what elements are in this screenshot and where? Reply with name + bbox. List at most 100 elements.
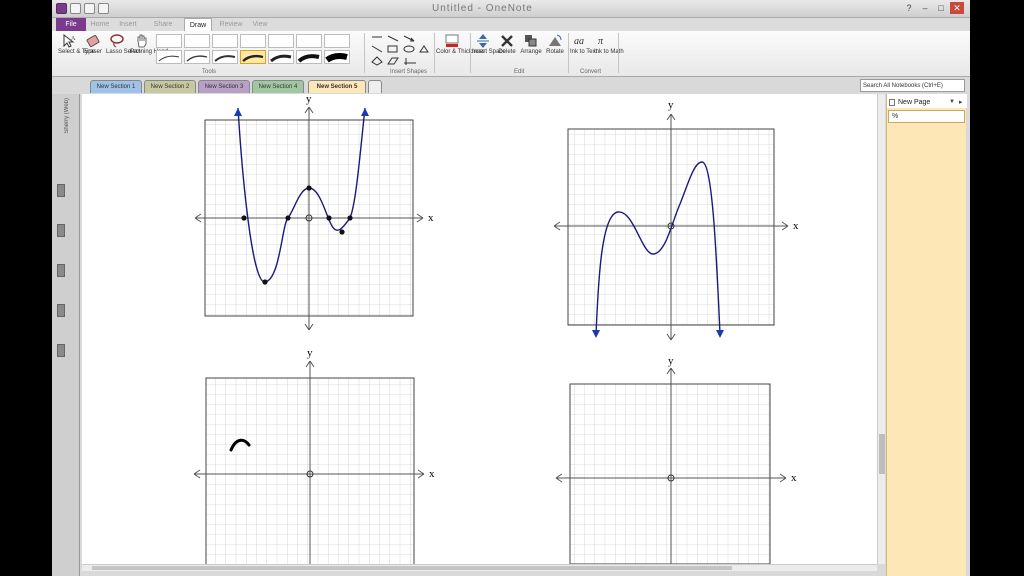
title-bar: Untitled - OneNote ? – □ ✕ <box>52 0 970 18</box>
y-axis-label: y <box>306 94 312 105</box>
pen-style[interactable] <box>156 34 182 48</box>
pen-style[interactable] <box>324 50 350 64</box>
svg-text:aa: aa <box>574 36 584 47</box>
back-icon[interactable] <box>70 3 81 14</box>
tab-file[interactable]: File <box>56 18 86 31</box>
delete-icon <box>501 35 513 47</box>
section-tab-1[interactable]: New Section 1 <box>90 80 142 93</box>
section-tab-4[interactable]: New Section 4 <box>252 80 304 93</box>
ribbon-draw: A Select & Type Eraser Lasso Select Pann… <box>52 31 970 77</box>
group-label-tools: Tools <box>202 69 217 75</box>
quick-access-toolbar <box>56 3 109 14</box>
section-tab-3[interactable]: New Section 3 <box>198 80 250 93</box>
divider <box>364 33 365 73</box>
tab-insert[interactable]: Insert <box>116 18 140 31</box>
ink-to-text-button[interactable]: aa Ink to Text <box>570 33 597 56</box>
arrange-icon <box>525 35 537 47</box>
window-controls: ? – □ ✕ <box>902 2 964 14</box>
tab-draw[interactable]: Draw <box>184 18 212 31</box>
pen-style[interactable] <box>296 34 322 48</box>
pen-stroke-icon <box>158 55 180 62</box>
select-type-button[interactable]: A Select & Type <box>58 33 95 56</box>
graph-top-left: x y <box>194 93 434 331</box>
section-tab-2[interactable]: New Section 2 <box>144 80 196 93</box>
graph-bottom-left: x y <box>193 347 435 575</box>
divider <box>568 33 569 73</box>
scroll-thumb[interactable] <box>879 434 885 474</box>
chevron-right-icon[interactable]: ▸ <box>959 98 963 106</box>
minimize-icon[interactable]: – <box>918 2 932 14</box>
pen-style[interactable] <box>268 34 294 48</box>
tab-home[interactable]: Home <box>90 18 110 31</box>
hand-icon <box>137 34 147 48</box>
graph-worksheet: x y x y x y x y <box>193 93 799 575</box>
notebook-icon[interactable] <box>57 264 65 277</box>
x-axis-label: x <box>793 220 799 232</box>
ink-to-math-button[interactable]: π Ink to Math <box>594 33 624 56</box>
notebook-label[interactable]: Sherry (Web) <box>64 98 70 134</box>
arrange-button[interactable]: Arrange <box>520 33 542 56</box>
panning-hand-button[interactable]: Panning Hand <box>130 33 168 56</box>
ribbon-tabs: File Home Insert Share Draw Review View <box>52 18 970 31</box>
delete-button[interactable]: Delete <box>496 33 518 56</box>
pen-style[interactable] <box>324 34 350 48</box>
scroll-thumb[interactable] <box>92 566 732 570</box>
notebook-sidebar: Sherry (Web) <box>52 94 80 576</box>
dock-icon[interactable] <box>98 3 109 14</box>
undo-icon[interactable] <box>84 3 95 14</box>
svg-text:π: π <box>598 36 604 47</box>
close-icon[interactable]: ✕ <box>950 2 964 14</box>
notebook-icon[interactable] <box>57 344 65 357</box>
tab-review[interactable]: Review <box>218 18 244 31</box>
section-tab-5-active[interactable]: New Section 5 <box>308 80 366 93</box>
search-input[interactable]: Search All Notebooks (Ctrl+E) <box>860 79 965 92</box>
curve-point <box>285 215 291 221</box>
tab-view[interactable]: View <box>250 18 270 31</box>
notebook-icon[interactable] <box>57 184 65 197</box>
pen-stroke-icon <box>242 54 264 62</box>
group-label-shapes: Insert Shapes <box>390 69 428 75</box>
tab-share[interactable]: Share <box>152 18 174 31</box>
pen-style[interactable] <box>156 50 182 64</box>
svg-text:A: A <box>71 36 76 42</box>
shapes-gallery[interactable] <box>370 34 430 66</box>
rotate-button[interactable]: Rotate <box>544 33 566 56</box>
pen-style[interactable] <box>268 50 294 64</box>
graph-grid <box>569 383 771 565</box>
section-tab-bar: New Section 1 New Section 2 New Section … <box>52 77 970 94</box>
pen-style[interactable] <box>296 50 322 64</box>
vertical-scrollbar[interactable] <box>877 94 885 564</box>
curve-point <box>339 229 345 235</box>
page-canvas[interactable]: x y x y x y x y <box>82 93 877 575</box>
notebook-icon[interactable] <box>57 224 65 237</box>
add-section-tab[interactable] <box>368 80 382 93</box>
pen-style[interactable] <box>212 34 238 48</box>
page-tabs-pane: New Page ▼ ▸ % <box>886 94 967 576</box>
pen-stroke-icon <box>214 55 236 62</box>
pen-style[interactable] <box>212 50 238 64</box>
eraser-icon <box>86 34 100 48</box>
horizontal-scrollbar[interactable] <box>82 564 877 571</box>
divider <box>470 33 471 73</box>
notebook-icon[interactable] <box>57 304 65 317</box>
x-axis-label: x <box>429 468 435 480</box>
page-tab-item[interactable]: % <box>888 110 965 123</box>
eraser-button[interactable]: Eraser <box>82 33 104 56</box>
pen-style-selected[interactable] <box>240 50 266 64</box>
curve-point <box>241 215 247 221</box>
lasso-select-button[interactable]: Lasso Select <box>106 33 140 56</box>
pen-style[interactable] <box>184 34 210 48</box>
pen-style[interactable] <box>184 50 210 64</box>
new-page-button[interactable]: New Page <box>898 99 930 106</box>
divider <box>434 33 435 73</box>
curve-point <box>326 215 332 221</box>
divider <box>618 33 619 73</box>
help-icon[interactable]: ? <box>902 2 916 14</box>
chevron-down-icon[interactable]: ▼ <box>949 99 955 105</box>
maximize-icon[interactable]: □ <box>934 2 948 14</box>
insert-space-button[interactable]: Insert Space <box>472 33 506 56</box>
color-thickness-button[interactable]: Color & Thickness <box>436 33 485 56</box>
cursor-icon: A <box>63 33 76 48</box>
pen-style[interactable] <box>240 34 266 48</box>
curve-point <box>306 185 312 191</box>
